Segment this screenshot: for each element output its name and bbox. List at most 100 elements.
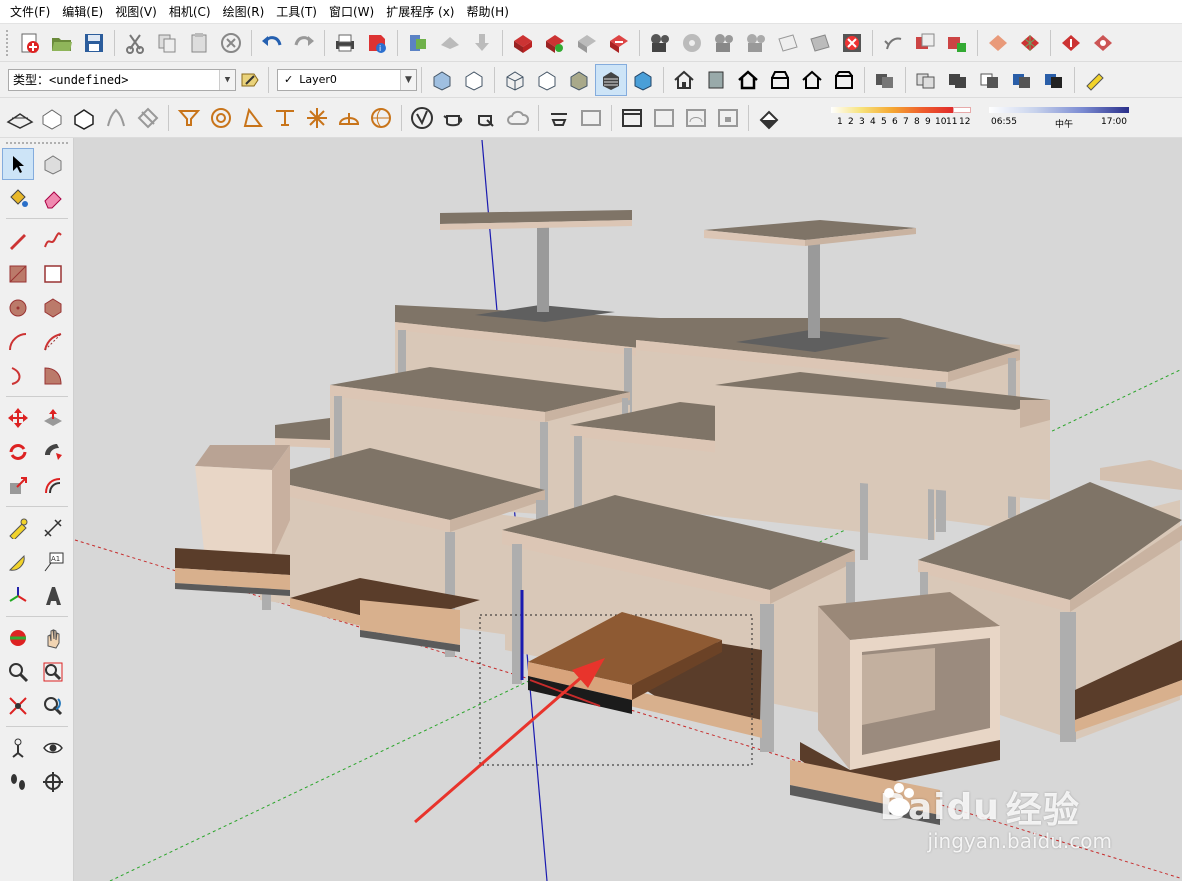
disc-icon[interactable] [676, 27, 708, 59]
menu-file[interactable]: 文件(F) [4, 0, 56, 24]
film-camera-2-icon[interactable] [708, 27, 740, 59]
zoom-window-icon[interactable] [37, 656, 69, 688]
print-icon[interactable] [329, 27, 361, 59]
frame-buffer-icon[interactable] [543, 102, 575, 134]
pencil-line-icon[interactable] [2, 224, 34, 256]
tape-measure-icon[interactable] [2, 512, 34, 544]
move-icon[interactable] [2, 402, 34, 434]
section-plane-icon[interactable] [37, 766, 69, 798]
menu-extensions[interactable]: 扩展程序 (x) [380, 0, 460, 24]
open-folder-icon[interactable] [46, 27, 78, 59]
scale-icon[interactable] [2, 470, 34, 502]
position-camera-icon[interactable] [2, 732, 34, 764]
teapot-render-icon[interactable] [470, 102, 502, 134]
shape-star-icon[interactable] [301, 102, 333, 134]
save-icon[interactable] [78, 27, 110, 59]
style-monochrome-icon[interactable] [627, 64, 659, 96]
two-point-arc-icon[interactable] [37, 326, 69, 358]
teapot-icon[interactable] [438, 102, 470, 134]
component-red-2-icon[interactable] [539, 27, 571, 59]
axes-icon[interactable] [2, 580, 34, 612]
rectangle-icon[interactable] [2, 258, 34, 290]
shape-funnel-icon[interactable] [173, 102, 205, 134]
window-lock-icon[interactable] [712, 102, 744, 134]
style-shaded-icon[interactable] [563, 64, 595, 96]
menu-camera[interactable]: 相机(C) [163, 0, 217, 24]
share-model-icon[interactable] [434, 27, 466, 59]
window-icon[interactable] [616, 102, 648, 134]
solid-tool-1-icon[interactable] [909, 27, 941, 59]
view-right-icon[interactable] [764, 64, 796, 96]
shape-sphere-icon[interactable] [365, 102, 397, 134]
paste-icon[interactable] [183, 27, 215, 59]
view-left-icon[interactable] [828, 64, 860, 96]
style-hidden-line-icon[interactable] [531, 64, 563, 96]
style-backedges-icon[interactable] [458, 64, 490, 96]
chevron-down-icon[interactable]: ▼ [219, 69, 235, 90]
section-fill-icon[interactable] [804, 27, 836, 59]
stamp-icon[interactable] [100, 102, 132, 134]
previous-view-icon[interactable] [37, 690, 69, 722]
dimension-icon[interactable] [37, 512, 69, 544]
intersect-icon[interactable] [910, 64, 942, 96]
vray-icon[interactable] [406, 102, 438, 134]
tag-edit-icon[interactable] [236, 64, 264, 96]
new-file-icon[interactable] [14, 27, 46, 59]
copy-icon[interactable] [151, 27, 183, 59]
pan-hand-icon[interactable] [37, 622, 69, 654]
3d-warehouse-icon[interactable] [402, 27, 434, 59]
pie-icon[interactable] [37, 360, 69, 392]
component-red-3-icon[interactable] [603, 27, 635, 59]
text-icon[interactable]: A1 [37, 546, 69, 578]
split-icon[interactable] [1038, 64, 1070, 96]
view-front-icon[interactable] [732, 64, 764, 96]
window-dome-icon[interactable] [680, 102, 712, 134]
sandbox-1-icon[interactable] [1055, 27, 1087, 59]
section-disable-icon[interactable] [836, 27, 868, 59]
window-teapot-icon[interactable] [648, 102, 680, 134]
zoom-icon[interactable] [2, 656, 34, 688]
follow-me-icon[interactable] [37, 436, 69, 468]
menu-tools[interactable]: 工具(T) [270, 0, 323, 24]
shape-dome-icon[interactable] [333, 102, 365, 134]
entity-type-select[interactable]: 类型： <undefined> ▼ [8, 68, 236, 91]
month-slider[interactable] [831, 106, 953, 113]
three-point-arc-icon[interactable] [2, 360, 34, 392]
section-plane-icon[interactable] [772, 27, 804, 59]
offset-icon[interactable] [37, 470, 69, 502]
view-top-icon[interactable] [700, 64, 732, 96]
solid-tool-2-icon[interactable] [941, 27, 973, 59]
get-models-icon[interactable] [466, 27, 498, 59]
orbit-icon[interactable] [2, 622, 34, 654]
make-component-icon[interactable] [37, 148, 69, 180]
redo-icon[interactable] [288, 27, 320, 59]
walk-footprints-icon[interactable] [2, 766, 34, 798]
shadow-toggle-icon[interactable] [753, 102, 785, 134]
shape-table-icon[interactable] [269, 102, 301, 134]
subtract-icon[interactable] [974, 64, 1006, 96]
texture-1-icon[interactable] [982, 27, 1014, 59]
erase-selection-icon[interactable] [215, 27, 247, 59]
style-shaded-textures-icon[interactable] [595, 63, 627, 96]
3d-text-icon[interactable] [37, 580, 69, 612]
component-gray-icon[interactable] [571, 27, 603, 59]
component-red-1-icon[interactable] [507, 27, 539, 59]
menu-window[interactable]: 窗口(W) [323, 0, 380, 24]
style-xray-icon[interactable] [426, 64, 458, 96]
shape-cone-icon[interactable] [237, 102, 269, 134]
arc-icon[interactable] [2, 326, 34, 358]
paint-bucket-icon[interactable] [2, 182, 34, 214]
chevron-down-icon[interactable]: ▼ [400, 69, 416, 90]
texture-grid-icon[interactable] [1014, 27, 1046, 59]
undo-icon[interactable] [256, 27, 288, 59]
sandbox-from-contours-icon[interactable] [4, 102, 36, 134]
rotated-rectangle-icon[interactable] [37, 258, 69, 290]
frame-buffer-2-icon[interactable] [575, 102, 607, 134]
view-iso-icon[interactable] [668, 64, 700, 96]
film-camera-1-icon[interactable] [644, 27, 676, 59]
shape-torus-icon[interactable] [205, 102, 237, 134]
menu-edit[interactable]: 编辑(E) [56, 0, 109, 24]
push-pull-icon[interactable] [37, 402, 69, 434]
menu-view[interactable]: 视图(V) [109, 0, 163, 24]
look-around-eye-icon[interactable] [37, 732, 69, 764]
